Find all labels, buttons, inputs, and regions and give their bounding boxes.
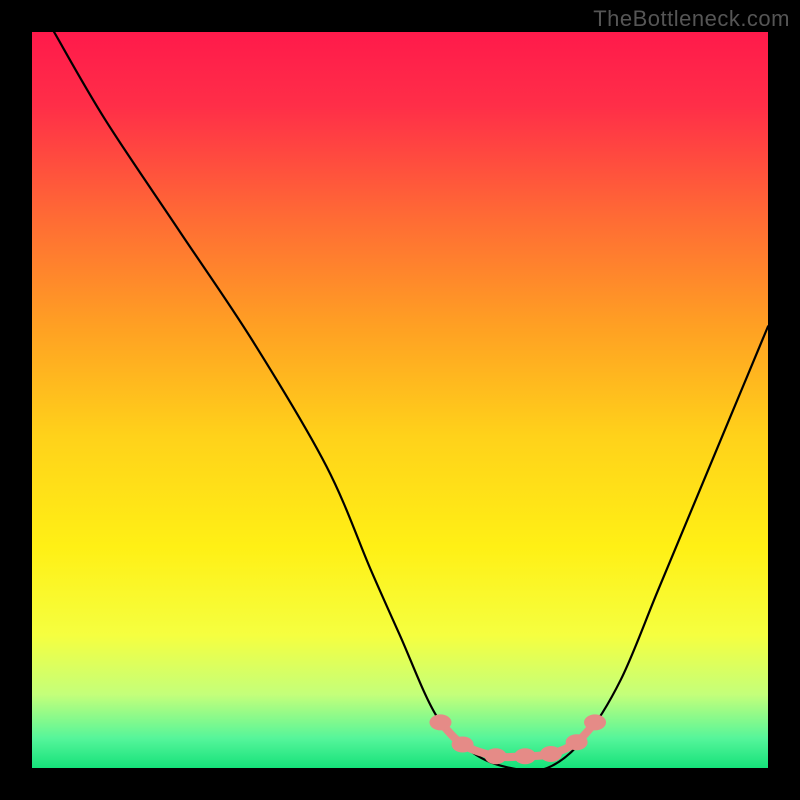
gradient-background: [32, 32, 768, 768]
marker-dot: [485, 748, 507, 764]
marker-dot: [540, 746, 562, 762]
marker-dot: [566, 734, 588, 750]
marker-dot: [584, 714, 606, 730]
bottleneck-chart: [0, 0, 800, 800]
marker-dot: [452, 736, 474, 752]
marker-dot: [514, 748, 536, 764]
marker-dot: [429, 714, 451, 730]
chart-frame: { "watermark": "TheBottleneck.com", "cha…: [0, 0, 800, 800]
